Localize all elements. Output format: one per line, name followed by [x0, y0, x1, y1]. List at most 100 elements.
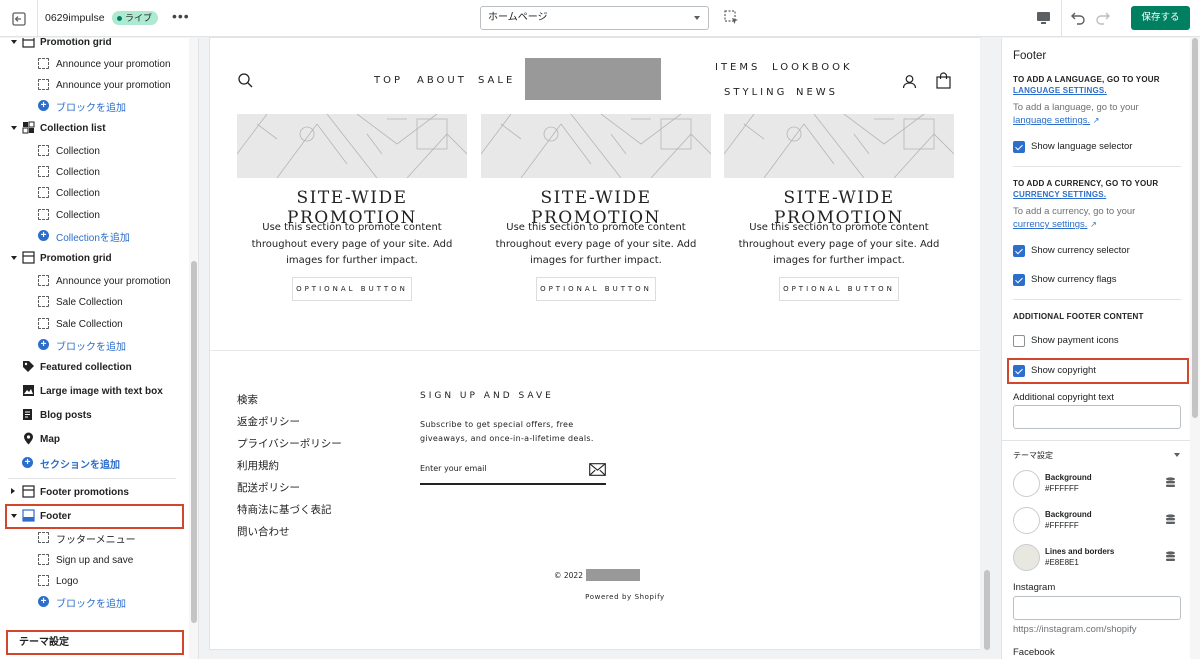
add-block-button[interactable]: + ブロックを追加 — [0, 335, 188, 355]
instagram-label: Instagram — [1013, 582, 1056, 593]
footer-link[interactable]: 問い合わせ — [237, 524, 397, 546]
inspector-icon[interactable] — [724, 10, 740, 26]
block-label: Announce your promotion — [56, 58, 171, 70]
desktop-view-icon[interactable] — [1036, 11, 1051, 25]
chevron-down-icon[interactable] — [1174, 453, 1180, 457]
currency-flags-checkbox[interactable] — [1013, 274, 1025, 286]
color-swatch[interactable] — [1013, 507, 1040, 534]
section-collection-list[interactable]: Collection list — [0, 118, 188, 138]
block-item[interactable]: Sign up and save — [0, 550, 188, 570]
theme-settings-button[interactable]: テーマ設定 — [6, 630, 184, 655]
language-settings-link[interactable]: language settings. — [1013, 115, 1090, 126]
section-large-image-with-text-box[interactable]: Large image with text box — [0, 381, 188, 401]
language-selector-checkbox[interactable] — [1013, 141, 1025, 153]
chevron-right-icon[interactable] — [11, 488, 15, 494]
copyright-text: © 2022 — [554, 570, 583, 580]
payment-icons-checkbox[interactable] — [1013, 335, 1025, 347]
panel-scroll-thumb[interactable] — [1192, 38, 1198, 418]
block-item[interactable]: Sale Collection — [0, 292, 188, 312]
block-item[interactable]: Sale Collection — [0, 314, 188, 334]
footer-link[interactable]: プライバシーポリシー — [237, 436, 397, 458]
save-button[interactable]: 保存する — [1131, 6, 1190, 30]
sidebar-scrollbar[interactable] — [189, 38, 198, 659]
database-icon[interactable] — [1165, 551, 1176, 562]
footer-link[interactable]: 検索 — [237, 392, 397, 414]
add-block-button[interactable]: + ブロックを追加 — [0, 592, 188, 612]
chevron-down-icon[interactable] — [11, 40, 17, 44]
block-item[interactable]: Logo — [0, 571, 188, 591]
chevron-down-icon[interactable] — [11, 256, 17, 260]
nav-sale[interactable]: SALE — [478, 75, 515, 86]
footer-link[interactable]: 返金ポリシー — [237, 414, 397, 436]
footer-link[interactable]: 配送ポリシー — [237, 480, 397, 502]
mail-icon[interactable] — [589, 463, 606, 476]
currency-settings-heading-link[interactable]: CURRENCY SETTINGS. — [1013, 190, 1106, 199]
block-label: Announce your promotion — [56, 275, 171, 287]
section-promotion-grid[interactable]: Promotion grid — [0, 248, 188, 268]
email-field[interactable]: Enter your email — [420, 463, 606, 485]
preview-scrollbar[interactable] — [980, 38, 1000, 659]
database-icon[interactable] — [1165, 514, 1176, 525]
nav-lookbook[interactable]: LOOKBOOK — [772, 62, 853, 73]
section-label: Featured collection — [40, 361, 132, 373]
block-label: Sale Collection — [56, 296, 123, 308]
block-item[interactable]: Collection — [0, 162, 188, 182]
section-blog-posts[interactable]: Blog posts — [0, 405, 188, 425]
block-item[interactable]: Announce your promotion — [0, 54, 188, 74]
collection-icon — [22, 121, 35, 134]
block-item[interactable]: Announce your promotion — [0, 75, 188, 95]
section-label: Map — [40, 433, 60, 445]
add-block-button[interactable]: + ブロックを追加 — [0, 96, 188, 116]
nav-top[interactable]: TOP — [374, 75, 403, 86]
block-label: Announce your promotion — [56, 79, 171, 91]
search-icon[interactable] — [238, 73, 253, 88]
instagram-input[interactable] — [1013, 596, 1181, 620]
nav-news[interactable]: NEWS — [796, 87, 838, 98]
optional-button[interactable]: OPTIONAL BUTTON — [779, 277, 899, 301]
currency-selector-checkbox[interactable] — [1013, 245, 1025, 257]
footer-link[interactable]: 特商法に基づく表記 — [237, 502, 397, 524]
sidebar-scroll-thumb[interactable] — [191, 261, 197, 623]
footer-settings-panel: Footer TO ADD A LANGUAGE, GO TO YOUR LANG… — [1001, 38, 1190, 659]
block-item[interactable]: フッターメニュー — [0, 528, 188, 548]
theme-settings-heading[interactable]: テーマ設定 — [1013, 450, 1053, 461]
footer-link[interactable]: 利用規約 — [237, 458, 397, 480]
store-logo[interactable] — [525, 58, 661, 100]
language-settings-heading-link[interactable]: LANGUAGE SETTINGS. — [1013, 86, 1107, 95]
chevron-down-icon[interactable] — [11, 126, 17, 130]
block-item[interactable]: Collection — [0, 183, 188, 203]
block-item[interactable]: Collection — [0, 141, 188, 161]
exit-button[interactable] — [0, 0, 38, 37]
cart-icon[interactable] — [936, 72, 951, 89]
section-map[interactable]: Map — [0, 429, 188, 449]
color-swatch[interactable] — [1013, 544, 1040, 571]
optional-button[interactable]: OPTIONAL BUTTON — [292, 277, 412, 301]
copyright-checkbox[interactable] — [1013, 365, 1025, 377]
add-block-button[interactable]: + Collectionを追加 — [0, 226, 188, 246]
nav-about[interactable]: ABOUT — [417, 75, 467, 86]
redo-icon[interactable] — [1095, 10, 1111, 26]
additional-copyright-input[interactable] — [1013, 405, 1181, 429]
block-item[interactable]: Collection — [0, 205, 188, 225]
more-actions-icon[interactable]: ••• — [172, 8, 190, 28]
color-swatch[interactable] — [1013, 470, 1040, 497]
page-select[interactable]: ホームページ — [480, 6, 709, 30]
panel-scrollbar[interactable] — [1190, 38, 1200, 659]
nav-items[interactable]: ITEMS — [715, 62, 760, 73]
add-section-button[interactable]: + セクションを追加 — [0, 453, 188, 473]
database-icon[interactable] — [1165, 477, 1176, 488]
optional-button[interactable]: OPTIONAL BUTTON — [536, 277, 656, 301]
account-icon[interactable] — [902, 74, 917, 89]
powered-by[interactable]: Powered by Shopify — [210, 593, 980, 601]
grid-icon — [22, 38, 35, 48]
block-icon — [38, 209, 49, 220]
undo-icon[interactable] — [1070, 10, 1086, 26]
section-promotion-grid[interactable]: Promotion grid — [0, 38, 188, 52]
language-heading: TO ADD A LANGUAGE, GO TO YOUR LANGUAGE SE… — [1013, 74, 1183, 96]
currency-settings-link[interactable]: currency settings. — [1013, 219, 1087, 230]
section-footer-promotions[interactable]: Footer promotions — [0, 482, 188, 502]
section-featured-collection[interactable]: Featured collection — [0, 357, 188, 377]
nav-styling[interactable]: STYLING — [724, 87, 787, 98]
preview-scroll-thumb[interactable] — [984, 570, 990, 650]
block-item[interactable]: Announce your promotion — [0, 271, 188, 291]
